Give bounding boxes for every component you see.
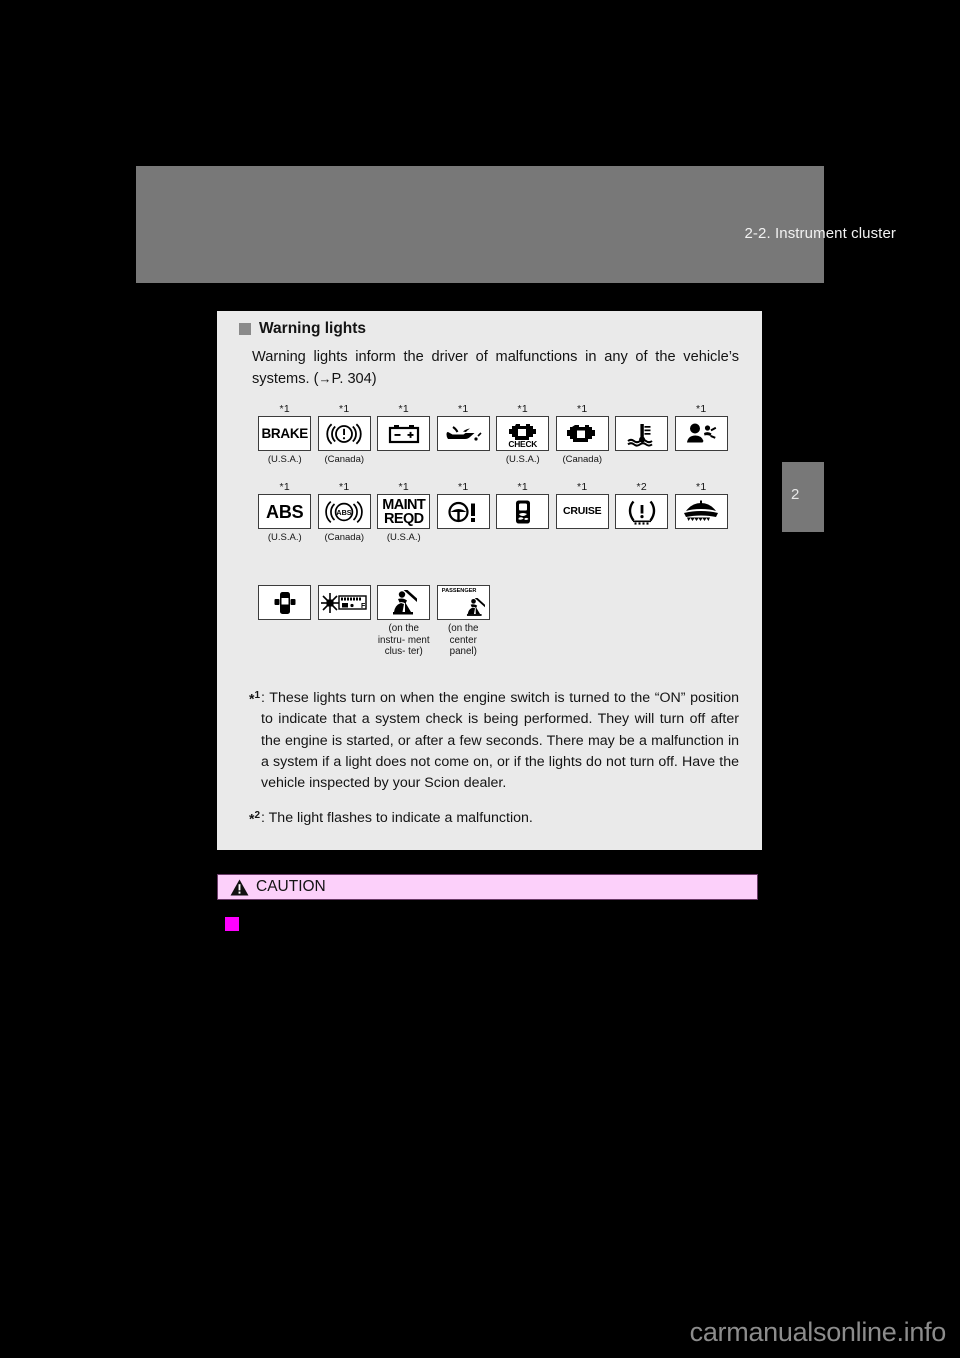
brake-system-canada-icon	[317, 416, 371, 451]
site-watermark: carmanualsonline.info	[689, 1317, 947, 1347]
brake-warning-icon: BRAKE	[258, 416, 312, 451]
brake-label: BRAKE	[261, 425, 308, 441]
warning-lights-row-3: F (on the instru- ment clus- ter) PASSEN…	[255, 572, 493, 658]
warning-light-cell-abs-usa: *1 ABS (U.S.A.)	[255, 481, 315, 545]
chapter-tab-number: 2	[791, 486, 800, 503]
icon-caption: (U.S.A.)	[505, 454, 540, 465]
footnote-mark: *1	[279, 403, 291, 415]
icon-caption: (U.S.A.)	[267, 532, 302, 543]
footnote-1-text: : These lights turn on when the engine s…	[261, 690, 739, 792]
caution-bullet-marker	[225, 917, 239, 931]
icon-caption: (Canada)	[562, 454, 603, 465]
footnote-mark: *1	[517, 403, 529, 415]
icon-caption: (U.S.A.)	[386, 532, 421, 543]
section-heading-text: Warning lights	[259, 320, 367, 337]
cruise-label: CRUISE	[563, 505, 602, 518]
warning-light-cell-slip: *1	[493, 481, 553, 545]
warning-light-cell-brake-canada: *1 (Canada)	[315, 403, 375, 467]
footnote-mark: *1	[695, 403, 707, 415]
caution-label: CAUTION	[256, 878, 326, 895]
footnote-mark: *1	[279, 481, 291, 493]
footnote-mark: *1	[398, 481, 410, 493]
open-door-hatch-icon	[674, 494, 728, 529]
warning-light-cell-oil: *1	[434, 403, 494, 467]
driver-seat-belt-reminder-icon	[377, 585, 431, 620]
warning-triangle-icon	[230, 878, 249, 896]
page-header-band	[136, 166, 824, 283]
footnote-mark: *1	[576, 403, 588, 415]
icon-caption: (on the instru- ment clus- ter)	[377, 623, 430, 657]
warning-light-cell-driver-seatbelt: (on the instru- ment clus- ter)	[374, 572, 434, 658]
cruise-control-icon: CRUISE	[555, 494, 609, 529]
warning-light-cell-check-engine-usa: *1 CHECK (U.S.A.)	[493, 403, 553, 467]
warning-light-cell-open-door-hatch: *1	[672, 481, 732, 545]
footnote-mark: *1	[576, 481, 588, 493]
footnote-2-mark: *2	[249, 810, 261, 827]
warning-light-cell-passenger-seatbelt: PASSENGER (on the center panel)	[434, 572, 494, 658]
warning-light-cell-maint-reqd: *1 MAINT REQD (U.S.A.)	[374, 481, 434, 545]
check-engine-usa-icon: CHECK	[496, 416, 550, 451]
section-intro: Warning lights inform the driver of malf…	[252, 346, 739, 390]
icon-caption: (Canada)	[324, 454, 365, 465]
low-fuel-level-icon: F	[317, 585, 371, 620]
check-engine-canada-icon	[555, 416, 609, 451]
warning-light-cell-battery: *1	[374, 403, 434, 467]
icon-caption: (Canada)	[324, 532, 365, 543]
abs-warning-usa-icon: ABS	[258, 494, 312, 529]
high-engine-coolant-temperature-icon	[615, 416, 669, 451]
warning-lights-row-2: *1 ABS (U.S.A.) *1 ABS (Canada) *1 MAINT…	[255, 481, 731, 545]
footnote-mark: *1	[398, 403, 410, 415]
warning-light-cell-eps: *1	[434, 481, 494, 545]
srs-airbag-warning-icon	[674, 416, 728, 451]
footnote-mark: *1	[338, 481, 350, 493]
footnote-1-mark: *1	[249, 690, 261, 707]
warning-light-cell-cruise: *1 CRUISE	[553, 481, 613, 545]
footnote-mark: *1	[338, 403, 350, 415]
warning-light-cell-low-fuel: F	[315, 572, 375, 658]
low-tire-pressure-icon	[615, 494, 669, 529]
slip-indicator-icon	[496, 494, 550, 529]
warning-light-cell-check-engine-canada: *1 (Canada)	[553, 403, 613, 467]
section-bullet-icon	[239, 323, 251, 335]
maintenance-required-icon: MAINT REQD	[377, 494, 431, 529]
warning-light-cell-airbag: *1	[672, 403, 732, 467]
abs-label: ABS	[266, 501, 304, 522]
warning-light-cell-abs-canada: *1 ABS (Canada)	[315, 481, 375, 545]
page-header-title: 2-2. Instrument cluster	[744, 225, 896, 242]
footnote-mark: *1	[457, 403, 469, 415]
intro-close-paren: )	[371, 371, 377, 388]
warning-lights-row-1: *1 BRAKE (U.S.A.) *1 (Canada) *1 *1 *1 C…	[255, 403, 731, 467]
electric-power-steering-icon	[436, 494, 490, 529]
chapter-tab: 2	[782, 462, 824, 532]
footnote-2-text: : The light flashes to indicate a malfun…	[261, 810, 533, 826]
warning-light-cell-open-door-vehicle	[255, 572, 315, 658]
abs-warning-canada-icon: ABS	[317, 494, 371, 529]
intro-arrow-icon: →	[318, 371, 332, 387]
icon-caption: (U.S.A.)	[267, 454, 302, 465]
warning-light-cell-brake: *1 BRAKE (U.S.A.)	[255, 403, 315, 467]
passenger-seat-belt-reminder-icon: PASSENGER	[436, 585, 490, 620]
footnote-mark: *1	[695, 481, 707, 493]
fuel-full-label: F	[361, 603, 366, 610]
charging-system-battery-icon	[377, 416, 431, 451]
footnote-2-digit: 2	[254, 810, 261, 821]
footnote-2: *2 : The light flashes to indicate a mal…	[249, 808, 739, 830]
open-door-vehicle-icon	[258, 585, 312, 620]
footnote-mark: *2	[636, 481, 648, 493]
section-heading: Warning lights	[239, 320, 366, 338]
caution-bar: CAUTION	[217, 874, 758, 900]
warning-light-cell-coolant-temp	[612, 403, 672, 467]
passenger-label: PASSENGER	[441, 588, 477, 594]
footnote-1: *1 : These lights turn on when the engin…	[249, 688, 739, 794]
intro-page-ref[interactable]: P. 304	[331, 371, 371, 387]
check-label: CHECK	[508, 439, 538, 450]
footnote-mark: *1	[517, 481, 529, 493]
low-engine-oil-pressure-icon	[436, 416, 490, 451]
footnote-mark: *1	[457, 481, 469, 493]
warning-light-cell-tire-pressure: *2	[612, 481, 672, 545]
svg-text:ABS: ABS	[337, 508, 352, 517]
footnote-1-digit: 1	[254, 690, 261, 701]
icon-caption: (on the center panel)	[447, 623, 479, 657]
maint-reqd-label: MAINT REQD	[382, 496, 426, 527]
